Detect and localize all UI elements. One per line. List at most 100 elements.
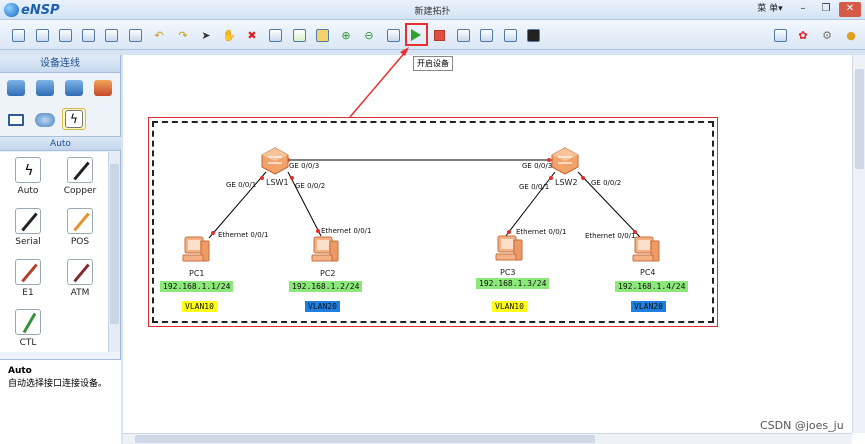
undo-icon: ↶ <box>154 28 164 42</box>
watermark-text: CSDN @joes_ju <box>760 419 844 432</box>
hand-icon: ✋ <box>222 28 236 42</box>
pc-icon <box>182 236 210 262</box>
canvas-vertical-scrollbar[interactable] <box>852 55 865 433</box>
huawei-icon: ✿ <box>798 28 808 42</box>
firewall-category[interactable] <box>91 77 115 99</box>
redo-icon: ↷ <box>178 28 188 42</box>
device-panel: 设备连线 ϟ Auto ϟ Auto Copper Serial POS E1 <box>0 55 121 444</box>
print-button[interactable] <box>126 26 144 44</box>
settings-button[interactable]: ⚙ <box>818 26 836 44</box>
canvas-horizontal-scrollbar[interactable] <box>123 433 852 444</box>
cable-auto[interactable]: ϟ Auto <box>8 157 48 196</box>
delete-button[interactable]: ✖ <box>243 26 261 44</box>
stop-devices-button[interactable] <box>430 26 448 44</box>
switch-icon <box>36 80 54 96</box>
port-label: GE 0/0/2 <box>295 182 326 190</box>
save-button[interactable] <box>79 26 97 44</box>
delete-link-icon <box>268 28 282 42</box>
console-button[interactable] <box>524 26 542 44</box>
close-button[interactable]: ✕ <box>839 2 861 17</box>
title-bar: eNSP 新建拓扑 菜 单▾ – ❐ ✕ <box>0 0 865 20</box>
cable-serial[interactable]: Serial <box>8 208 48 247</box>
cable-e1[interactable]: E1 <box>8 259 48 298</box>
cable-list: ϟ Auto Copper Serial POS E1 ATM CTL <box>0 152 108 352</box>
chat-button[interactable] <box>771 26 789 44</box>
zoom-out-button[interactable]: ⊖ <box>360 26 378 44</box>
huawei-button[interactable]: ✿ <box>794 26 812 44</box>
pc-label: PC4 <box>640 268 656 277</box>
minimize-button[interactable]: – <box>792 2 814 17</box>
pc-icon <box>311 236 339 262</box>
pc-label: PC2 <box>320 269 336 278</box>
cable-category[interactable]: ϟ <box>62 108 86 130</box>
stop-icon <box>433 29 445 41</box>
cable-list-scrollbar[interactable] <box>108 152 120 352</box>
topology-area-dashed <box>152 121 714 323</box>
pc-icon <box>495 235 523 261</box>
new-topology-icon <box>11 28 25 42</box>
scrollbar-thumb[interactable] <box>135 435 595 443</box>
topology-canvas[interactable]: LSW1 GE 0/0/3 GE 0/0/1 GE 0/0/2 LSW2 GE … <box>123 55 865 444</box>
text-note-icon <box>292 28 306 42</box>
wireless-icon <box>65 80 83 96</box>
help-icon: ● <box>846 28 856 42</box>
pc-pc2[interactable] <box>310 235 340 265</box>
pc-pc3[interactable] <box>494 234 524 264</box>
zoom-in-icon: ⊕ <box>341 28 351 42</box>
cable-icon: ϟ <box>65 110 83 128</box>
window-title: 新建拓扑 <box>414 7 451 17</box>
fit-button[interactable] <box>384 26 402 44</box>
cable-ctl[interactable]: CTL <box>8 309 48 348</box>
copper-cable-icon <box>67 157 93 183</box>
cable-copper[interactable]: Copper <box>60 157 100 196</box>
new-topology-button[interactable] <box>9 26 27 44</box>
help-button[interactable]: ● <box>842 26 860 44</box>
restore-button[interactable]: ❐ <box>815 2 837 17</box>
pan-button[interactable]: ✋ <box>220 26 238 44</box>
cable-atm[interactable]: ATM <box>60 259 100 298</box>
cloud-icon <box>35 113 55 127</box>
wireless-category[interactable] <box>62 77 86 99</box>
capture-button[interactable] <box>454 26 472 44</box>
switch-lsw2[interactable] <box>550 147 580 175</box>
switch-category[interactable] <box>33 77 57 99</box>
toolbar: ↶ ↷ ➤ ✋ ✖ ⊕ ⊖ ✿ ⚙ ● <box>0 20 865 50</box>
open-button[interactable] <box>56 26 74 44</box>
pc-pc4[interactable] <box>631 235 661 265</box>
port-label: GE 0/0/3 <box>289 162 320 170</box>
rectangle-icon <box>315 28 329 42</box>
port-label: GE 0/0/2 <box>591 179 622 187</box>
cable-pos[interactable]: POS <box>60 208 100 247</box>
switch-icon <box>551 147 579 175</box>
ip-label: 192.168.1.2/24 <box>289 281 363 292</box>
router-icon <box>7 80 25 96</box>
router-category[interactable] <box>4 77 28 99</box>
pc-pc1[interactable] <box>181 235 211 265</box>
undo-button[interactable]: ↶ <box>150 26 168 44</box>
pc-label: PC3 <box>500 268 516 277</box>
vlan-label: VLAN10 <box>492 301 527 312</box>
port-label: Ethernet 0/0/1 <box>321 227 372 235</box>
menu-button[interactable]: 菜 单▾ <box>752 2 788 17</box>
delete-link-button[interactable] <box>266 26 284 44</box>
switch-label: LSW1 <box>266 178 289 187</box>
pc-label: PC1 <box>189 269 205 278</box>
zoom-in-button[interactable]: ⊕ <box>337 26 355 44</box>
scrollbar-thumb[interactable] <box>110 164 119 324</box>
switch-lsw1[interactable] <box>260 147 290 175</box>
rectangle-button[interactable] <box>313 26 331 44</box>
palette-button[interactable] <box>501 26 519 44</box>
cloud-category[interactable] <box>33 109 57 131</box>
capture-icon <box>456 28 470 42</box>
save-as-button[interactable] <box>102 26 120 44</box>
select-button[interactable]: ➤ <box>197 26 215 44</box>
new-example-button[interactable] <box>33 26 51 44</box>
scrollbar-thumb[interactable] <box>855 69 864 169</box>
pc-category[interactable] <box>4 109 28 131</box>
topology-tool-button[interactable] <box>477 26 495 44</box>
text-button[interactable] <box>290 26 308 44</box>
port-label: Ethernet 0/0/1 <box>218 231 269 239</box>
redo-button[interactable]: ↷ <box>174 26 192 44</box>
topology-area-frame[interactable] <box>148 117 718 327</box>
vlan-label: VLAN20 <box>631 301 666 312</box>
